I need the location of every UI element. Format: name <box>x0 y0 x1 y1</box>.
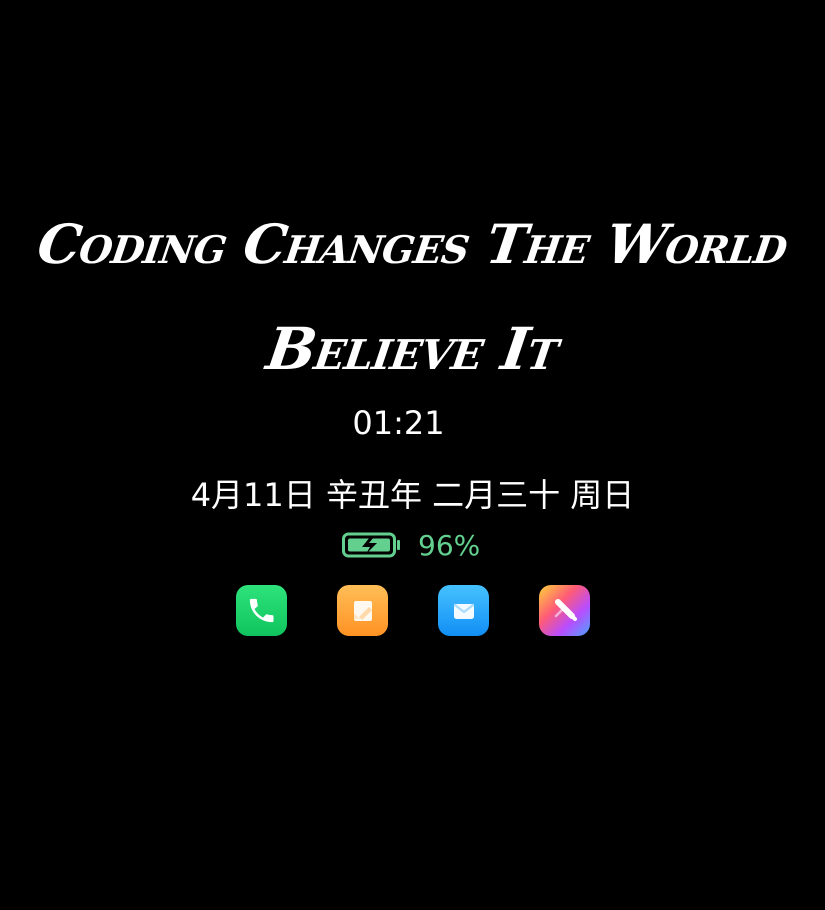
wallpaper-quote-line-1: Coding Changes The World <box>33 212 792 276</box>
battery-status: 96% <box>342 528 480 562</box>
notes-app-button[interactable] <box>337 585 388 636</box>
lockscreen-shortcuts <box>236 585 590 636</box>
theme-store-icon <box>554 598 577 621</box>
wallpaper-quote-line-2: Believe It <box>262 315 563 383</box>
mail-app-button[interactable] <box>438 585 489 636</box>
lock-screen: Coding Changes The World Believe It 01:2… <box>0 0 825 910</box>
mail-icon <box>453 603 474 619</box>
phone-icon <box>249 598 274 623</box>
theme-store-app-button[interactable] <box>539 585 590 636</box>
lock-date: 4月11日 辛丑年 二月三十 周日 <box>190 476 635 514</box>
notes-icon <box>353 600 372 621</box>
battery-charging-icon <box>342 532 400 558</box>
phone-app-button[interactable] <box>236 585 287 636</box>
battery-percent: 96% <box>418 528 481 562</box>
lock-clock: 01:21 <box>352 404 445 442</box>
